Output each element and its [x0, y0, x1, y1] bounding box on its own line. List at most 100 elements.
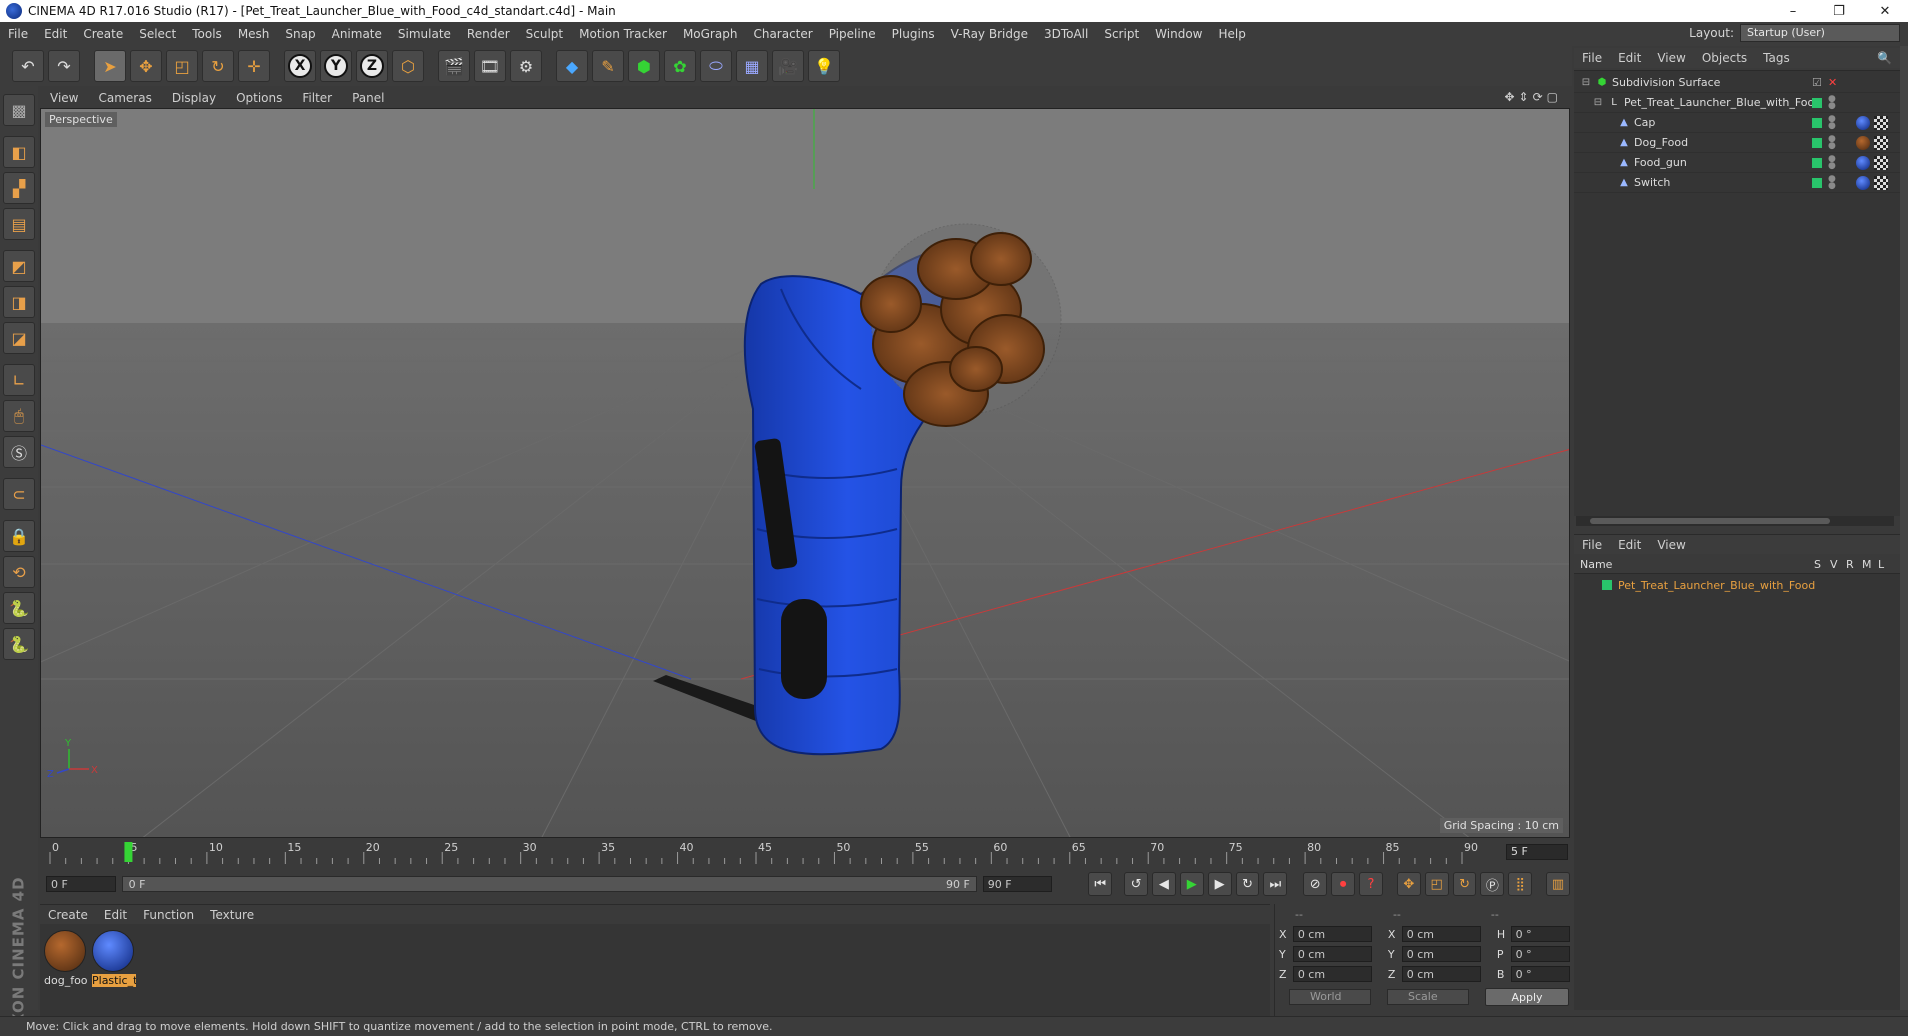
- key-pla-button[interactable]: ⣿: [1508, 872, 1533, 896]
- visibility-dots-icon[interactable]: ● ●: [1828, 175, 1836, 191]
- material-menu-texture[interactable]: Texture: [202, 908, 262, 922]
- material-plastic[interactable]: Plastic_t: [92, 930, 136, 987]
- motion-record-button[interactable]: ⊘: [1303, 872, 1328, 896]
- snap-toggle-button[interactable]: Ⓢ: [3, 436, 35, 468]
- add-deformer-button[interactable]: ⬭: [700, 50, 732, 82]
- layer-row[interactable]: Pet_Treat_Launcher_Blue_with_Food: [1574, 576, 1900, 594]
- model-mode-button[interactable]: ◧: [3, 136, 35, 168]
- size-x-field[interactable]: 0 cm: [1401, 926, 1481, 942]
- next-key-button[interactable]: ↻: [1235, 872, 1260, 896]
- key-position-button[interactable]: ✥: [1396, 872, 1421, 896]
- menu-window[interactable]: Window: [1147, 27, 1210, 41]
- start-frame-field[interactable]: 0 F: [46, 876, 116, 892]
- menu-tools[interactable]: Tools: [184, 27, 230, 41]
- layer-menu-edit[interactable]: Edit: [1610, 538, 1649, 552]
- material-tag-icon[interactable]: [1856, 156, 1870, 170]
- key-parameter-button[interactable]: Ⓟ: [1480, 872, 1505, 896]
- column-solo[interactable]: S: [1814, 558, 1830, 571]
- object-row-food-gun[interactable]: ▲ Food_gun ● ●: [1574, 153, 1900, 173]
- lock-workplane-button[interactable]: 🔒: [3, 520, 35, 552]
- object-row-cap[interactable]: ▲ Cap ● ●: [1574, 113, 1900, 133]
- goto-end-button[interactable]: ⏭: [1263, 872, 1288, 896]
- planar-workplane-button[interactable]: ⟲: [3, 556, 35, 588]
- menu-mograph[interactable]: MoGraph: [675, 27, 746, 41]
- menu-character[interactable]: Character: [745, 27, 820, 41]
- close-button[interactable]: ✕: [1862, 0, 1908, 22]
- rot-h-field[interactable]: 0 °: [1510, 926, 1570, 942]
- transform-tool-button[interactable]: ✛: [238, 50, 270, 82]
- menu-help[interactable]: Help: [1210, 27, 1253, 41]
- x-axis-lock-button[interactable]: X: [284, 50, 316, 82]
- goto-start-button[interactable]: ⏮: [1088, 872, 1113, 896]
- material-tag-icon[interactable]: [1856, 136, 1870, 150]
- perspective-viewport[interactable]: Y X Z Perspective Grid Spacing : 10 cm: [40, 108, 1570, 838]
- rot-b-field[interactable]: 0 °: [1510, 966, 1570, 982]
- move-tool-button[interactable]: ✥: [130, 50, 162, 82]
- viewport-menu-panel[interactable]: Panel: [342, 91, 394, 105]
- polygons-mode-button[interactable]: ◪: [3, 322, 35, 354]
- visibility-dots-icon[interactable]: ● ●: [1828, 155, 1836, 171]
- scrollbar-thumb[interactable]: [1590, 518, 1830, 524]
- layer-menu-file[interactable]: File: [1574, 538, 1610, 552]
- material-menu-function[interactable]: Function: [135, 908, 202, 922]
- rotate-tool-button[interactable]: ↻: [202, 50, 234, 82]
- object-search-icon[interactable]: 🔍: [1877, 51, 1892, 65]
- object-menu-tags[interactable]: Tags: [1755, 51, 1798, 65]
- menu-3dtoall[interactable]: 3DToAll: [1036, 27, 1096, 41]
- visibility-dots-icon[interactable]: ● ●: [1828, 135, 1836, 151]
- add-array-button[interactable]: ✿: [664, 50, 696, 82]
- render-settings-button[interactable]: ⚙: [510, 50, 542, 82]
- add-spline-button[interactable]: ✎: [592, 50, 624, 82]
- pan-icon[interactable]: ✥: [1504, 90, 1514, 104]
- render-view-button[interactable]: 🎬: [438, 50, 470, 82]
- material-dog-food[interactable]: dog_foo: [44, 930, 88, 987]
- menu-file[interactable]: File: [0, 27, 36, 41]
- autokey-button[interactable]: ?: [1359, 872, 1383, 896]
- menu-motion-tracker[interactable]: Motion Tracker: [571, 27, 675, 41]
- add-camera-button[interactable]: 🎥: [772, 50, 804, 82]
- redo-button[interactable]: ↷: [48, 50, 80, 82]
- object-row-switch[interactable]: ▲ Switch ● ●: [1574, 173, 1900, 193]
- texture-tag-icon[interactable]: [1874, 116, 1888, 130]
- tweak-mode-button[interactable]: 🖱: [3, 400, 35, 432]
- python-script-button[interactable]: 🐍: [3, 592, 35, 624]
- viewport-menu-display[interactable]: Display: [162, 91, 226, 105]
- make-editable-button[interactable]: ▩: [3, 94, 35, 126]
- size-y-field[interactable]: 0 cm: [1401, 946, 1481, 962]
- material-menu-create[interactable]: Create: [40, 908, 96, 922]
- coord-mode-dropdown[interactable]: World: [1289, 989, 1371, 1005]
- scale-tool-button[interactable]: ◰: [166, 50, 198, 82]
- check-enabled-icon[interactable]: ☑: [1812, 76, 1822, 89]
- z-axis-lock-button[interactable]: Z: [356, 50, 388, 82]
- prev-frame-button[interactable]: ◀: [1151, 872, 1176, 896]
- menu-mesh[interactable]: Mesh: [230, 27, 278, 41]
- visibility-dots-icon[interactable]: ● ●: [1828, 95, 1836, 111]
- material-tag-icon[interactable]: [1856, 176, 1870, 190]
- playhead-marker[interactable]: [124, 842, 133, 862]
- object-row-launcher-null[interactable]: ⊟ L Pet_Treat_Launcher_Blue_with_Food ● ●: [1574, 93, 1900, 113]
- next-frame-button[interactable]: ▶: [1207, 872, 1232, 896]
- add-floor-button[interactable]: ▦: [736, 50, 768, 82]
- texture-mode-button[interactable]: ▞: [3, 172, 35, 204]
- layout-dropdown[interactable]: Startup (User): [1740, 24, 1900, 42]
- texture-tag-icon[interactable]: [1874, 176, 1888, 190]
- dolly-icon[interactable]: ⇕: [1519, 90, 1529, 104]
- y-axis-lock-button[interactable]: Y: [320, 50, 352, 82]
- pos-z-field[interactable]: 0 cm: [1292, 966, 1372, 982]
- column-manager[interactable]: M: [1862, 558, 1878, 571]
- viewport-menu-filter[interactable]: Filter: [292, 91, 342, 105]
- menu-plugins[interactable]: Plugins: [884, 27, 943, 41]
- menu-select[interactable]: Select: [131, 27, 184, 41]
- render-picture-viewer-button[interactable]: 🎞: [474, 50, 506, 82]
- apply-button[interactable]: Apply: [1485, 988, 1569, 1006]
- edges-mode-button[interactable]: ◨: [3, 286, 35, 318]
- menu-render[interactable]: Render: [459, 27, 518, 41]
- pos-x-field[interactable]: 0 cm: [1292, 926, 1372, 942]
- column-view[interactable]: V: [1830, 558, 1846, 571]
- column-render[interactable]: R: [1846, 558, 1862, 571]
- menu-sculpt[interactable]: Sculpt: [518, 27, 571, 41]
- menu-pipeline[interactable]: Pipeline: [821, 27, 884, 41]
- viewport-menu-view[interactable]: View: [40, 91, 88, 105]
- expand-toggle-icon[interactable]: ⊟: [1592, 97, 1604, 109]
- x-disabled-icon[interactable]: ✕: [1828, 76, 1837, 89]
